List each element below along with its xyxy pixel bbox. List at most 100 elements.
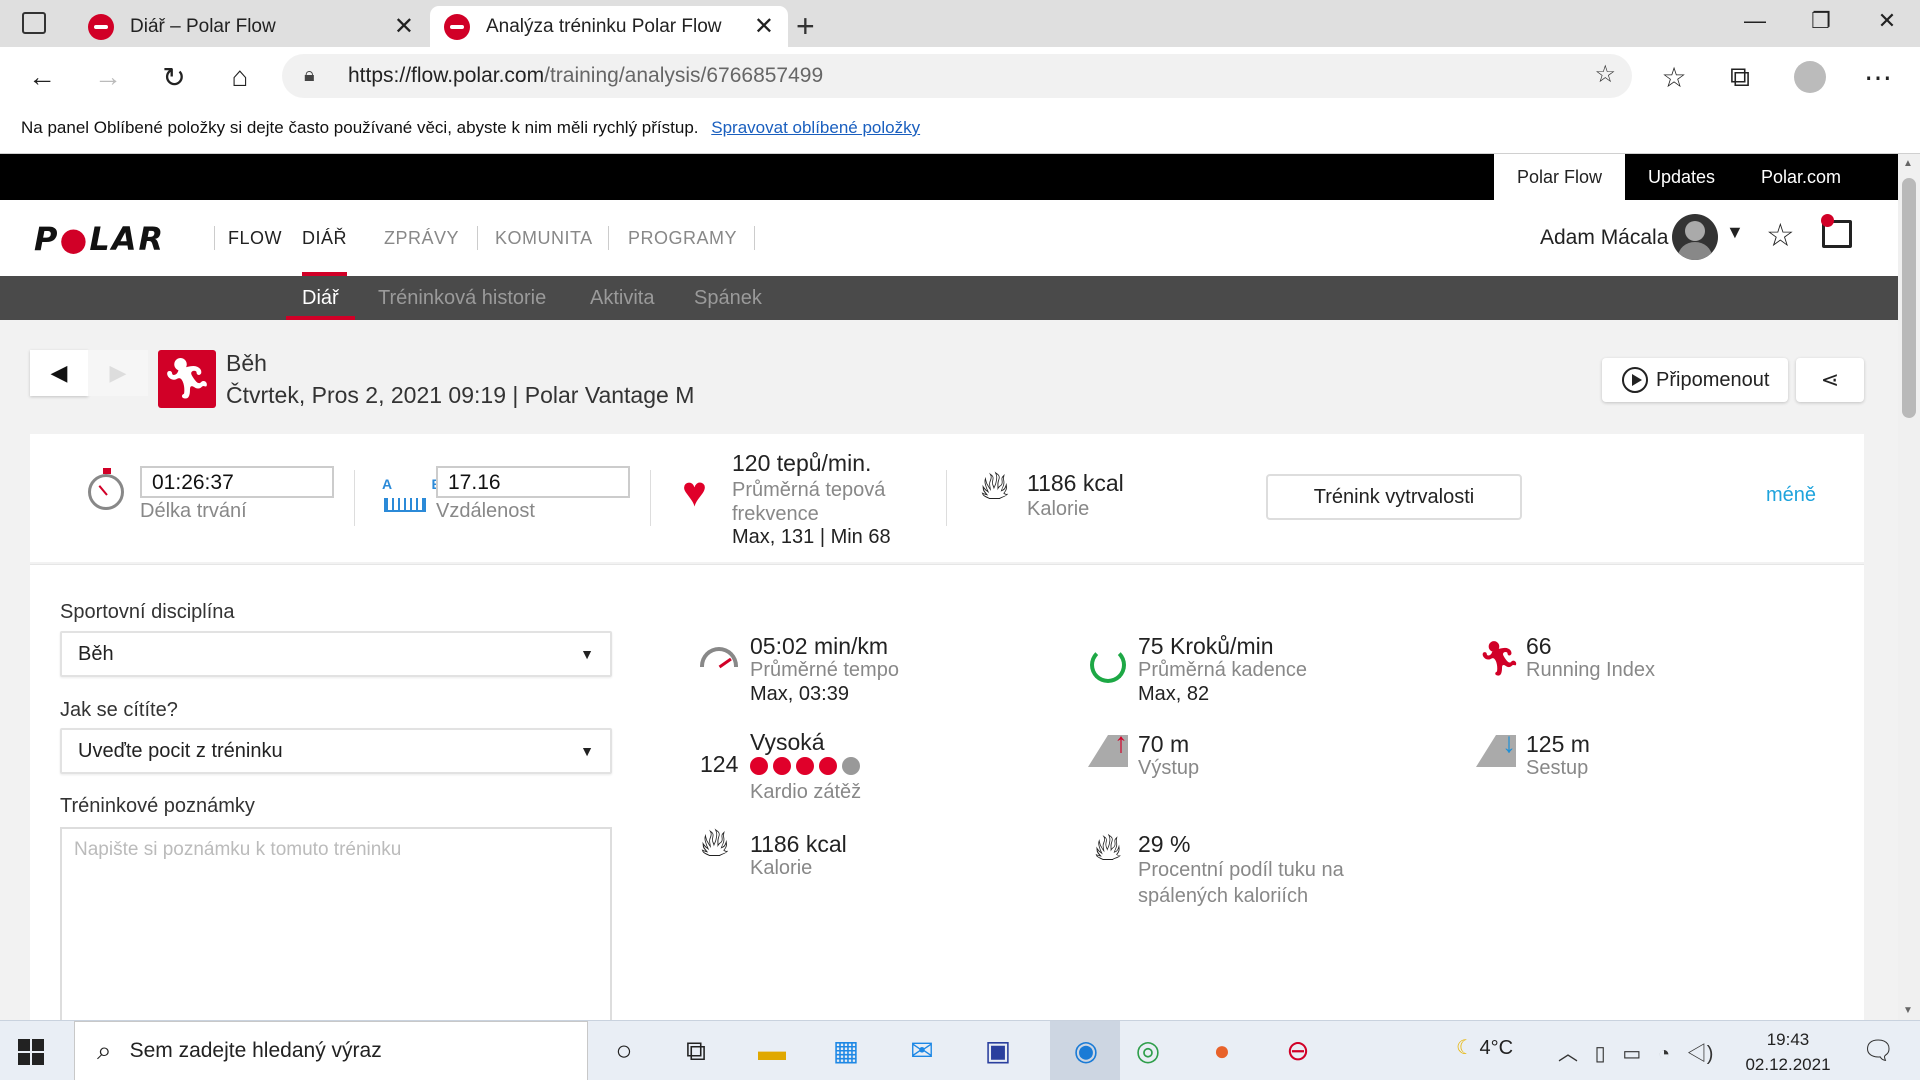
windows-start-icon[interactable] [18, 1039, 44, 1065]
nav-programs[interactable]: PROGRAMY [628, 200, 737, 276]
tab-title: Analýza tréninku Polar Flow [486, 15, 722, 37]
subnav-diary[interactable]: Diář [286, 276, 355, 320]
polar-flow-app-icon[interactable]: ⊖ [1270, 1031, 1326, 1071]
browser-tab-diary[interactable]: Diář – Polar Flow ✕ [76, 6, 428, 47]
clock-time: 19:43 [1766, 1030, 1810, 1049]
close-tab-icon[interactable]: ✕ [394, 12, 414, 41]
close-tab-icon[interactable]: ✕ [754, 12, 774, 41]
fat-percent-label: Procentní podíl tuku na spálených kalori… [1138, 859, 1344, 907]
browser-tab-analysis[interactable]: Analýza tréninku Polar Flow ✕ [430, 6, 788, 47]
file-explorer-icon[interactable]: ▬ [744, 1031, 800, 1071]
weather-widget[interactable]: ☾ 4°C [1456, 1035, 1513, 1060]
topnav-updates[interactable]: Updates [1625, 154, 1738, 200]
task-view-icon[interactable]: ⧉ [668, 1031, 724, 1071]
scroll-up-icon[interactable]: ▲ [1903, 158, 1913, 169]
add-favorite-icon[interactable]: ☆ [1594, 60, 1616, 89]
star-icon[interactable]: ☆ [1766, 216, 1795, 254]
tab-actions-icon[interactable] [22, 12, 46, 34]
search-icon: ⌕ [97, 1035, 112, 1065]
save-disk-icon[interactable]: ▣ [970, 1031, 1026, 1071]
battery-icon[interactable]: ▭ [1622, 1043, 1641, 1065]
previous-training-button[interactable]: ◀ [30, 350, 88, 396]
chevron-up-icon[interactable]: ︿ [1558, 1043, 1578, 1065]
volume-icon[interactable]: ◁) [1687, 1043, 1714, 1065]
back-icon[interactable]: ← [22, 61, 62, 93]
user-avatar[interactable] [1672, 214, 1718, 260]
more-menu-icon[interactable]: ⋯ [1858, 61, 1898, 94]
home-icon[interactable]: ⌂ [220, 61, 260, 93]
arrow-up-icon: ↑ [1114, 727, 1128, 758]
remind-label: Připomenout [1656, 368, 1770, 391]
user-name[interactable]: Adam Mácala [1540, 226, 1668, 250]
hr-max-min: Max, 131 | Min 68 [732, 526, 891, 548]
edge-browser-icon[interactable]: ◉ [1058, 1031, 1114, 1071]
subnav-sleep[interactable]: Spánek [694, 276, 762, 320]
system-tray: ︿ ▯ ▭ ◔ ◁) [1558, 1037, 1713, 1066]
topnav-polar-com[interactable]: Polar.com [1738, 154, 1864, 200]
notification-center-icon[interactable]: 🗨︎ [1862, 1035, 1895, 1066]
close-window-icon[interactable]: ✕ [1854, 8, 1920, 34]
wifi-icon[interactable]: ◔ [1658, 1043, 1670, 1065]
fat-percent-value: 29 % [1138, 831, 1191, 857]
polar-favicon-icon [444, 13, 470, 40]
distance-field[interactable]: 17.16 [436, 466, 630, 498]
chrome-icon[interactable]: ◎ [1120, 1031, 1176, 1071]
duration-field[interactable]: 01:26:37 [140, 466, 334, 498]
cortana-icon[interactable]: ○ [596, 1031, 652, 1071]
new-tab-icon[interactable]: + [796, 8, 815, 45]
flame-icon: 🔥︎ [700, 821, 730, 865]
running-index-icon: 🏃︎ [1478, 640, 1522, 678]
training-date-device: Čtvrtek, Pros 2, 2021 09:19 | Polar Vant… [226, 382, 695, 408]
profile-avatar-icon[interactable] [1794, 61, 1826, 93]
topnav-polar-flow[interactable]: Polar Flow [1494, 154, 1626, 200]
url-text: https://flow.polar.com/training/analysis… [348, 64, 823, 88]
load-dot [842, 757, 860, 775]
nav-diary[interactable]: DIÁŘ [302, 200, 348, 276]
store-icon[interactable]: ▦ [818, 1031, 874, 1071]
device-icon[interactable]: ▯ [1595, 1043, 1606, 1065]
manage-favorites-link[interactable]: Spravovat oblíbené položky [711, 118, 920, 137]
cardio-load-label: Kardio zátěž [750, 781, 862, 803]
less-link[interactable]: méně [1766, 484, 1816, 507]
mail-icon[interactable]: ✉ [894, 1031, 950, 1071]
subnav-activity[interactable]: Aktivita [590, 276, 654, 320]
nav-community[interactable]: KOMUNITA [495, 200, 593, 276]
notes-textarea[interactable]: Napište si poznámku k tomuto tréninku [60, 827, 612, 1020]
cadence-value: 75 Kroků/min [1138, 633, 1274, 659]
moon-icon: ☾ [1456, 1037, 1474, 1059]
calories-value: 1186 kcal [750, 831, 847, 857]
nav-reports[interactable]: ZPRÁVY [384, 200, 459, 276]
feeling-select[interactable]: Uveďte pocit z tréninku ▼ [60, 728, 612, 774]
divider [608, 226, 609, 250]
page-scrollbar[interactable]: ▲ ▼ [1898, 154, 1920, 1020]
sport-select[interactable]: Běh ▼ [60, 631, 612, 677]
scroll-down-icon[interactable]: ▼ [1903, 1005, 1913, 1016]
subnav-training-history[interactable]: Tréninková historie [378, 276, 546, 320]
remind-button[interactable]: Připomenout [1602, 358, 1788, 402]
clock-date: 02.12.2021 [1745, 1055, 1831, 1074]
url-field[interactable]: 🔒︎ https://flow.polar.com/training/analy… [282, 54, 1632, 98]
minimize-icon[interactable]: — [1722, 8, 1788, 34]
next-training-button[interactable]: ▶ [88, 350, 148, 396]
restore-icon[interactable]: ❐ [1788, 8, 1854, 34]
favorites-icon[interactable]: ☆ [1654, 61, 1694, 94]
address-bar-row: ← → ↻ ⌂ 🔒︎ https://flow.polar.com/traini… [0, 47, 1920, 106]
collections-icon[interactable]: ⧉ [1720, 61, 1760, 94]
divider [354, 470, 355, 526]
training-type-button[interactable]: Trénink vytrvalosti [1266, 474, 1522, 520]
chevron-down-icon[interactable]: ▼ [1726, 222, 1744, 243]
refresh-icon[interactable]: ↻ [154, 61, 194, 94]
polar-logo[interactable]: P●LAR [34, 220, 165, 258]
forward-icon[interactable]: → [88, 61, 128, 93]
divider [214, 226, 215, 250]
share-button[interactable]: ⋖ [1796, 358, 1864, 402]
clock[interactable]: 19:43 02.12.2021 [1740, 1027, 1836, 1077]
scrollbar-thumb[interactable] [1902, 178, 1916, 418]
arrow-down-icon: ↓ [1502, 727, 1516, 758]
taskbar-search[interactable]: ⌕ Sem zadejte hledaný výraz [74, 1021, 588, 1080]
top-nav: Polar Flow Updates Polar.com [0, 154, 1898, 200]
heart-icon: ♥ [682, 468, 707, 515]
caret-down-icon: ▼ [580, 646, 594, 662]
browser-tab-bar: Diář – Polar Flow ✕ Analýza tréninku Pol… [0, 0, 1920, 47]
firefox-icon[interactable]: ● [1194, 1031, 1250, 1071]
